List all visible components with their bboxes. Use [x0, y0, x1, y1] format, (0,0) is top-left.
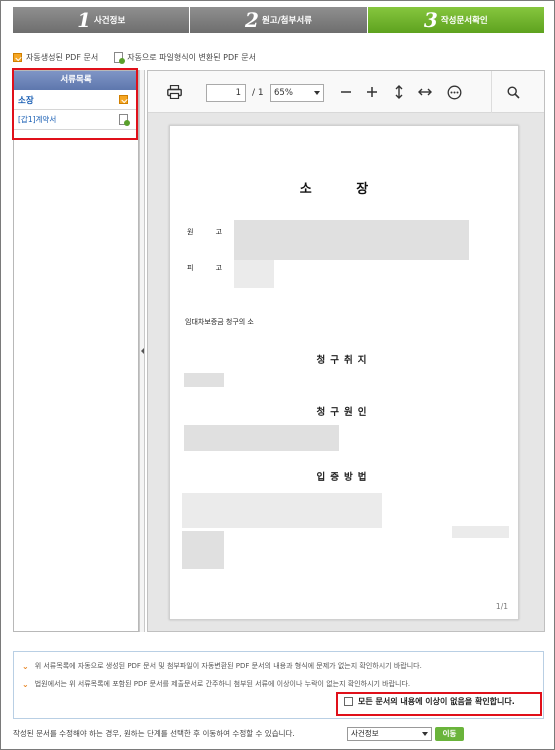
step-select-value: 사건정보: [351, 729, 379, 738]
edit-instruction: 작성된 문서를 수정해야 하는 경우, 원하는 단계를 선택한 후 이동하여 수…: [13, 729, 295, 738]
toolbar-separator: [491, 71, 492, 113]
page-total: / 1: [252, 88, 264, 98]
chevron-down-icon: ⌄: [22, 679, 29, 689]
step-number: 3: [423, 8, 438, 32]
icon-legend: 자동생성된 PDF 문서 자동으로 파일형식이 변환된 PDF 문서: [13, 52, 272, 64]
redacted-evidence-1: [182, 493, 382, 528]
defendant-label: 피 고: [187, 264, 233, 272]
section-cause: 청구원인: [316, 407, 372, 418]
case-name: 임대차보증금 청구의 소: [185, 318, 254, 326]
search-button[interactable]: [502, 71, 524, 113]
collapse-arrow-icon[interactable]: [141, 348, 144, 354]
step-1-case-info[interactable]: 1 사건정보: [13, 7, 191, 33]
step-label: 작성문서확인: [440, 16, 488, 26]
print-button[interactable]: [162, 71, 186, 113]
fit-width-icon: [418, 88, 432, 96]
fit-height-icon: [395, 85, 403, 99]
legend-converted-pdf: 자동으로 파일형식이 변환된 PDF 문서: [114, 52, 256, 64]
zoom-out-button[interactable]: [336, 71, 356, 113]
step-number: 2: [245, 8, 259, 32]
redacted-evidence-3: [452, 526, 509, 538]
chevron-down-icon: [422, 732, 428, 736]
step-2-plaintiff-attachments[interactable]: 2 원고/첨부서류: [190, 7, 368, 33]
fit-height-button[interactable]: [389, 71, 409, 113]
step-select[interactable]: 사건정보: [347, 727, 432, 741]
highlight-box-document-list: [12, 68, 138, 140]
document-title: 소 장: [299, 182, 389, 197]
redacted-block: [234, 260, 274, 288]
page-number-input[interactable]: 1: [206, 84, 246, 102]
step-navigation: 1 사건정보 2 원고/첨부서류 3 작성문서확인: [13, 7, 544, 33]
redacted-claims: [184, 373, 224, 387]
legend-auto-pdf: 자동생성된 PDF 문서: [13, 52, 98, 63]
redacted-evidence-2: [182, 531, 224, 569]
go-button[interactable]: 이동: [435, 727, 464, 741]
step-number: 1: [77, 8, 91, 32]
notice-line-2: ⌄ 법원에서는 위 서류목록에 포함된 PDF 문서를 제출문서로 간주하니 첨…: [22, 679, 410, 689]
notice-line-1-text: 위 서류목록에 자동으로 생성된 PDF 문서 및 첨부파일이 자동변환된 PD…: [34, 662, 422, 670]
orange-check-icon: [13, 53, 22, 62]
printer-icon: [166, 85, 182, 99]
plaintiff-label: 원 고: [187, 228, 233, 236]
legend-auto-pdf-label: 자동생성된 PDF 문서: [26, 53, 99, 62]
pdf-viewer: 1 / 1 65% 소 장 원 고 피 고 임대차보증금 청구의 소 청구취지 …: [147, 70, 545, 632]
document-list-panel: 서류목록 소장 [갑1]계약서: [13, 70, 139, 632]
panel-splitter[interactable]: [139, 70, 145, 632]
pdf-toolbar: 1 / 1 65%: [148, 71, 544, 113]
page-number-label: 1/1: [495, 602, 508, 611]
highlight-box-confirm: [336, 692, 542, 716]
section-evidence: 입증방법: [316, 472, 372, 483]
minus-icon: [341, 91, 351, 93]
step-3-document-review[interactable]: 3 작성문서확인: [367, 7, 544, 33]
step-label: 원고/첨부서류: [261, 16, 312, 26]
zoom-select[interactable]: 65%: [270, 84, 324, 102]
pdf-page: 소 장 원 고 피 고 임대차보증금 청구의 소 청구취지 청구원인 입증방법 …: [169, 125, 519, 620]
more-options-button[interactable]: [443, 71, 465, 113]
fit-width-button[interactable]: [415, 71, 435, 113]
step-label: 사건정보: [93, 16, 126, 26]
converted-doc-icon: [114, 52, 126, 64]
legend-converted-pdf-label: 자동으로 파일형식이 변환된 PDF 문서: [127, 53, 256, 62]
chevron-down-icon: ⌄: [22, 661, 29, 671]
notice-line-2-text: 법원에서는 위 서류목록에 포함된 PDF 문서를 제출문서로 간주하니 첨부된…: [34, 680, 411, 688]
plus-icon: [367, 87, 377, 97]
redacted-plaintiff-info: [234, 220, 469, 260]
zoom-in-button[interactable]: [362, 71, 382, 113]
zoom-value: 65%: [274, 88, 293, 98]
search-icon: [506, 85, 520, 99]
more-icon: [447, 85, 461, 99]
chevron-down-icon: [314, 91, 320, 95]
section-claims: 청구취지: [316, 355, 372, 366]
notice-line-1: ⌄ 위 서류목록에 자동으로 생성된 PDF 문서 및 첨부파일이 자동변환된 …: [22, 661, 422, 671]
redacted-cause: [184, 425, 339, 451]
